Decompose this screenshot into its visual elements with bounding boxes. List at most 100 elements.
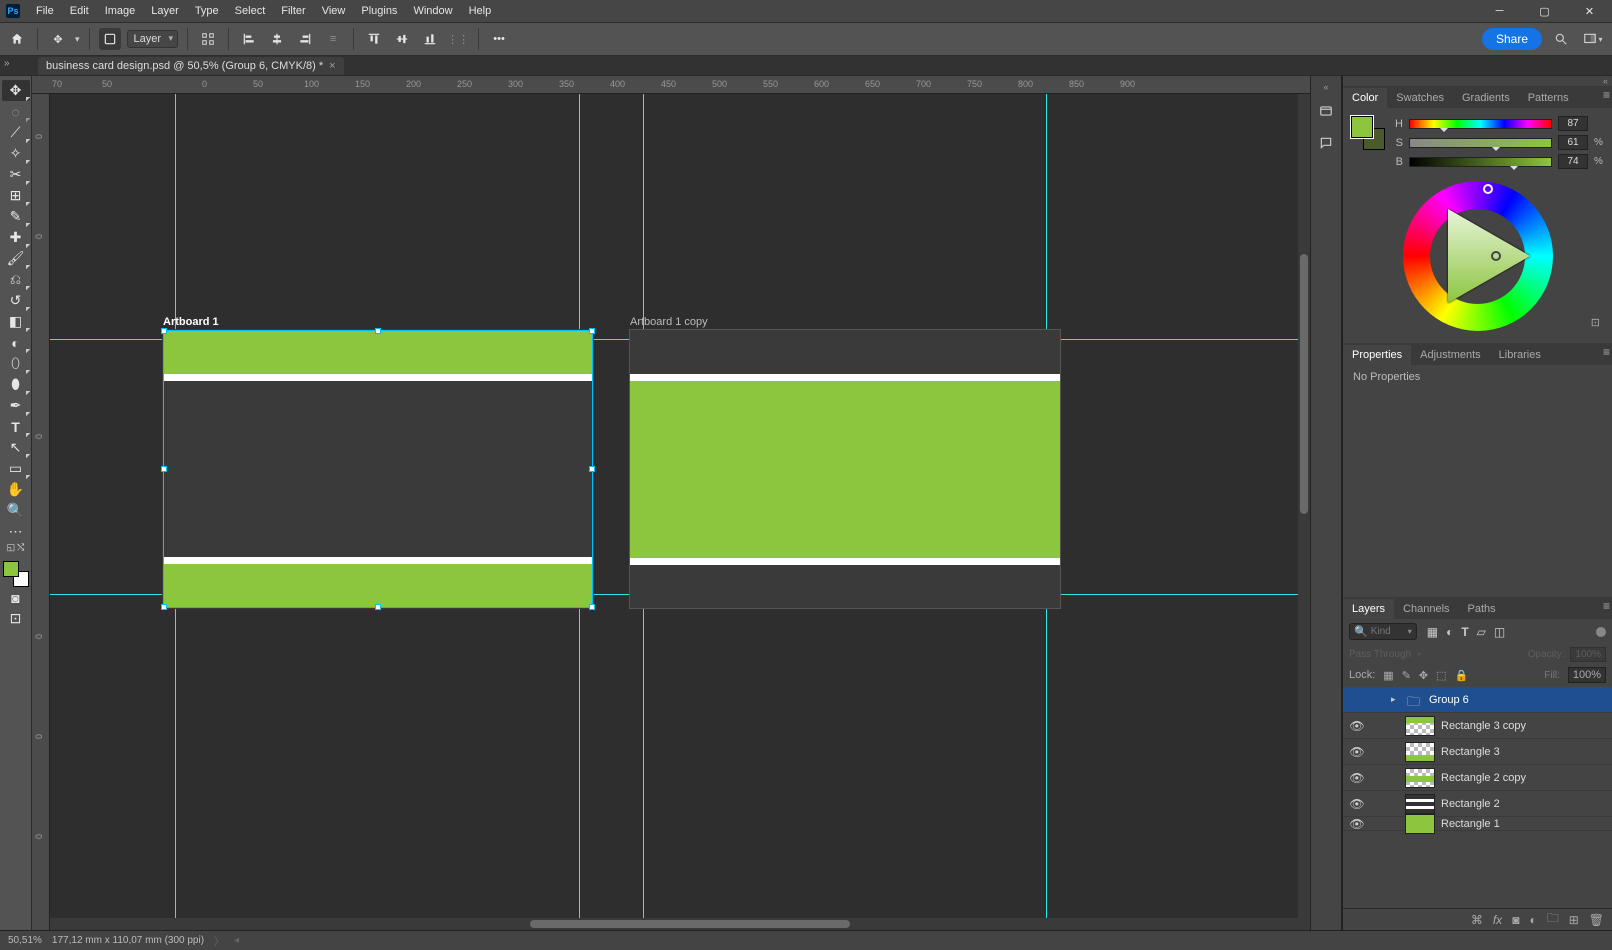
- align-right-edges-button[interactable]: [294, 28, 316, 50]
- tab-patterns[interactable]: Patterns: [1519, 88, 1578, 108]
- layer-thumbnail[interactable]: [1405, 716, 1435, 736]
- artboard-1[interactable]: [163, 330, 593, 608]
- align-horizontal-centers-button[interactable]: [266, 28, 288, 50]
- lock-position-icon[interactable]: ✥: [1419, 669, 1428, 682]
- layer-name[interactable]: Rectangle 1: [1441, 818, 1500, 830]
- layer-visibility-toggle[interactable]: 👁: [1349, 745, 1365, 759]
- document-tab[interactable]: business card design.psd @ 50,5% (Group …: [38, 57, 344, 75]
- lock-pixels-icon[interactable]: ✎: [1402, 669, 1411, 682]
- layer-name[interactable]: Rectangle 2 copy: [1441, 772, 1526, 784]
- new-layer-icon[interactable]: ⊞: [1569, 913, 1579, 927]
- tab-libraries[interactable]: Libraries: [1490, 345, 1550, 365]
- color-wheel[interactable]: ⊡: [1351, 181, 1604, 331]
- align-top-edges-button[interactable]: [363, 28, 385, 50]
- path-selection-tool[interactable]: ↖: [2, 437, 30, 458]
- move-tool-icon[interactable]: ✥: [47, 28, 69, 50]
- hue-ring-marker[interactable]: [1483, 184, 1493, 194]
- pen-tool[interactable]: ✒: [2, 395, 30, 416]
- edit-toolbar-button[interactable]: ⋯: [2, 521, 30, 542]
- menu-type[interactable]: Type: [187, 0, 227, 22]
- new-group-icon[interactable]: 🗀: [1547, 909, 1559, 930]
- filter-pixel-icon[interactable]: ▦: [1427, 625, 1438, 639]
- quick-mask-toggle[interactable]: ◙: [2, 587, 30, 608]
- history-brush-tool[interactable]: ↺: [2, 290, 30, 311]
- crop-tool[interactable]: ✂: [2, 164, 30, 185]
- layer-row[interactable]: 👁Rectangle 1: [1343, 817, 1612, 831]
- filter-smart-icon[interactable]: ◫: [1494, 625, 1505, 639]
- hue-slider[interactable]: [1409, 119, 1552, 129]
- opacity-input[interactable]: 100%: [1570, 647, 1606, 662]
- tab-adjustments[interactable]: Adjustments: [1411, 345, 1490, 365]
- layer-row[interactable]: ▸🗀Group 6: [1343, 687, 1612, 713]
- comments-panel-icon[interactable]: [1313, 130, 1339, 156]
- window-minimize-button[interactable]: ─: [1477, 0, 1522, 22]
- share-button[interactable]: Share: [1482, 28, 1542, 50]
- layer-style-icon[interactable]: fx: [1493, 913, 1502, 927]
- home-button[interactable]: [6, 28, 28, 50]
- saturation-slider[interactable]: [1409, 138, 1552, 148]
- layer-mask-icon[interactable]: ◙: [1512, 913, 1519, 927]
- document-tab-close-icon[interactable]: ×: [329, 60, 335, 72]
- brightness-slider[interactable]: [1409, 157, 1552, 167]
- type-tool[interactable]: T: [2, 416, 30, 437]
- menu-edit[interactable]: Edit: [62, 0, 97, 22]
- auto-select-toggle[interactable]: [99, 28, 121, 50]
- status-arrow-icon[interactable]: 〉: [214, 933, 224, 948]
- menu-select[interactable]: Select: [227, 0, 274, 22]
- menu-image[interactable]: Image: [97, 0, 144, 22]
- artboard1-label[interactable]: Artboard 1: [163, 316, 219, 328]
- layer-name[interactable]: Rectangle 3 copy: [1441, 720, 1526, 732]
- horizontal-scrollbar-thumb[interactable]: [530, 920, 850, 928]
- lasso-tool[interactable]: ⟋: [2, 122, 30, 143]
- brightness-value-input[interactable]: 74: [1558, 154, 1588, 169]
- window-close-button[interactable]: ✕: [1567, 0, 1612, 22]
- expand-dock-icon[interactable]: «: [1312, 82, 1340, 92]
- search-button[interactable]: [1548, 27, 1574, 51]
- layer-row[interactable]: 👁 Rectangle 2 copy: [1343, 765, 1612, 791]
- layer-list[interactable]: ▸🗀Group 6👁Rectangle 3 copy👁Rectangle 3👁R…: [1343, 687, 1612, 908]
- tab-paths[interactable]: Paths: [1459, 599, 1505, 619]
- layer-visibility-toggle[interactable]: 👁: [1349, 719, 1365, 733]
- tab-color[interactable]: Color: [1343, 88, 1387, 108]
- artboard2-label[interactable]: Artboard 1 copy: [630, 316, 708, 328]
- frame-tool[interactable]: ⊞: [2, 185, 30, 206]
- layer-visibility-toggle[interactable]: 👁: [1349, 771, 1365, 785]
- layer-thumbnail[interactable]: [1405, 742, 1435, 762]
- tab-properties[interactable]: Properties: [1343, 345, 1411, 365]
- layer-row[interactable]: 👁 Rectangle 2: [1343, 791, 1612, 817]
- vertical-ruler[interactable]: 0 0 0 0 0 0: [32, 94, 50, 930]
- collapse-panels-icon[interactable]: «: [1343, 76, 1612, 86]
- foreground-background-swatch[interactable]: [3, 561, 29, 587]
- layer-name[interactable]: Rectangle 3: [1441, 746, 1500, 758]
- layer-filter-input[interactable]: [1371, 626, 1405, 637]
- swap-colors-icon[interactable]: ⤭: [17, 542, 24, 553]
- align-vertical-centers-button[interactable]: [391, 28, 413, 50]
- layer-filter-toggle[interactable]: [1596, 627, 1606, 637]
- workspace-switcher-button[interactable]: ▾: [1580, 27, 1606, 51]
- layer-visibility-toggle[interactable]: 👁: [1349, 797, 1365, 811]
- eyedropper-tool[interactable]: ✎: [2, 206, 30, 227]
- collapse-left-icon[interactable]: »: [4, 58, 10, 69]
- distribute-vertical-button[interactable]: ⋮⋮: [447, 28, 469, 50]
- layer-name[interactable]: Rectangle 2: [1441, 798, 1500, 810]
- lock-artboard-icon[interactable]: ⬚: [1436, 669, 1446, 682]
- dodge-tool[interactable]: ⬮: [2, 374, 30, 395]
- blend-mode-dropdown[interactable]: Pass Through: [1349, 649, 1411, 660]
- canvas-area[interactable]: Artboard 1 Artboard 1 copy: [50, 94, 1310, 930]
- layer-filter-search[interactable]: 🔍 ▾: [1349, 623, 1417, 640]
- layer-thumbnail[interactable]: [1405, 768, 1435, 788]
- layer-row[interactable]: 👁 Rectangle 3 copy: [1343, 713, 1612, 739]
- panel-menu-icon[interactable]: ≡: [1603, 599, 1610, 613]
- filter-type-icon[interactable]: T: [1461, 625, 1468, 639]
- horizontal-ruler[interactable]: 7050050100150200250300350400450500550600…: [32, 76, 1310, 94]
- menu-plugins[interactable]: Plugins: [353, 0, 405, 22]
- doc-info[interactable]: 177,12 mm x 110,07 mm (300 ppi): [52, 935, 204, 946]
- screen-mode-toggle[interactable]: ⊡: [2, 608, 30, 629]
- tab-layers[interactable]: Layers: [1343, 599, 1394, 619]
- saturation-value-input[interactable]: 61: [1558, 135, 1588, 150]
- eraser-tool[interactable]: ◧: [2, 311, 30, 332]
- layer-thumbnail[interactable]: [1405, 814, 1435, 834]
- menu-view[interactable]: View: [314, 0, 354, 22]
- tab-swatches[interactable]: Swatches: [1387, 88, 1453, 108]
- more-options-button[interactable]: •••: [488, 28, 510, 50]
